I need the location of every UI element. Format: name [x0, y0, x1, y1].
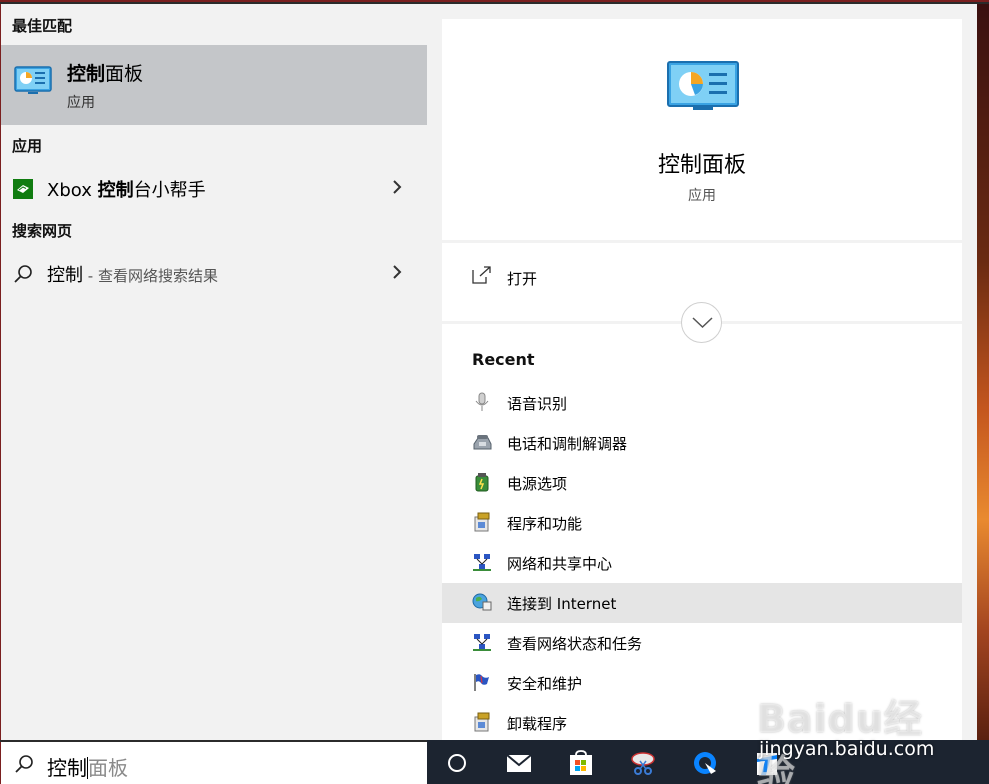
- xbox-console-icon: [13, 179, 33, 199]
- recent-item-label: 电话和调制解调器: [507, 435, 628, 453]
- desktop-background: [977, 4, 989, 740]
- chevron-down-icon: [692, 317, 713, 329]
- recent-item-label: 安全和维护: [507, 675, 583, 693]
- recent-item-label: 电源选项: [507, 475, 568, 493]
- power-options-icon: [475, 473, 489, 492]
- control-panel-icon: [14, 66, 52, 94]
- internet-globe-icon: [472, 593, 492, 611]
- taskbar: [427, 740, 989, 784]
- web-search-heading: 搜索网页: [12, 222, 73, 240]
- web-search-label: 控制 - 查看网络搜索结果: [47, 265, 218, 286]
- recent-item-speech[interactable]: 语音识别: [442, 383, 962, 423]
- search-input[interactable]: 控制面板: [47, 752, 128, 781]
- best-match-heading: 最佳匹配: [12, 17, 73, 35]
- app-result-label: Xbox 控制台小帮手: [47, 180, 206, 201]
- search-icon: [15, 755, 33, 773]
- recent-item-label: 网络和共享中心: [507, 555, 613, 573]
- recent-item-label: 查看网络状态和任务: [507, 635, 643, 653]
- detail-type: 应用: [688, 188, 716, 204]
- best-match-name: 控制面板: [67, 63, 144, 85]
- recent-item-label: 连接到 Internet: [507, 595, 617, 613]
- chevron-right-icon[interactable]: [390, 178, 404, 196]
- recent-item-security[interactable]: 安全和维护: [442, 663, 962, 703]
- recent-item-label: 程序和功能: [507, 515, 583, 533]
- recent-item-network-center[interactable]: 网络和共享中心: [442, 543, 962, 583]
- recent-item-programs[interactable]: 程序和功能: [442, 503, 962, 543]
- mail-icon[interactable]: [505, 749, 533, 777]
- apps-heading: 应用: [12, 137, 43, 155]
- recent-item-label: 语音识别: [507, 395, 568, 413]
- task-view-icon[interactable]: [443, 749, 471, 777]
- open-label: 打开: [507, 270, 538, 288]
- recent-item-label: 卸载程序: [507, 715, 568, 733]
- control-panel-icon: [667, 61, 739, 110]
- browser-icon[interactable]: [691, 749, 719, 777]
- telephone-icon: [473, 435, 492, 450]
- web-search-result[interactable]: 控制 - 查看网络搜索结果: [1, 254, 428, 292]
- search-box[interactable]: 控制面板: [0, 742, 427, 784]
- best-match-type: 应用: [67, 95, 95, 111]
- security-flag-icon: [474, 674, 489, 691]
- recent-item-connect-internet[interactable]: 连接到 Internet: [442, 583, 962, 623]
- chevron-right-icon[interactable]: [390, 263, 404, 281]
- recent-item-uninstall[interactable]: 卸载程序: [442, 703, 962, 743]
- programs-icon: [474, 512, 490, 532]
- open-external-icon: [472, 266, 491, 284]
- network-icon: [473, 554, 491, 571]
- app-result-xbox[interactable]: Xbox 控制台小帮手: [1, 169, 428, 207]
- detail-title: 控制面板: [657, 153, 746, 178]
- store-icon[interactable]: [567, 749, 595, 777]
- recent-heading: Recent: [472, 350, 535, 369]
- network-icon: [473, 634, 491, 651]
- microphone-icon: [475, 392, 489, 411]
- expand-button[interactable]: [681, 302, 722, 343]
- search-window: 最佳匹配 控制面板 应用 应用 Xbox 控制台小帮手 搜索网页 控制 - 查看…: [0, 0, 989, 784]
- detail-header-card: 控制面板 应用: [442, 19, 962, 240]
- programs-icon: [474, 712, 490, 732]
- search-autocomplete: 面板: [88, 756, 128, 780]
- snipping-tool-icon[interactable]: [629, 749, 657, 777]
- recent-item-network-status[interactable]: 查看网络状态和任务: [442, 623, 962, 663]
- search-icon: [14, 265, 32, 283]
- pinned-app-icon[interactable]: [753, 749, 781, 777]
- best-match-item[interactable]: 控制面板 应用: [1, 45, 428, 125]
- results-panel: 最佳匹配 控制面板 应用 应用 Xbox 控制台小帮手 搜索网页 控制 - 查看…: [0, 4, 428, 740]
- recent-card: Recent 语音识别 电话和调制解调器 电源选项 程序和功能 网络和共享中心 …: [442, 324, 962, 740]
- recent-item-phone-modem[interactable]: 电话和调制解调器: [442, 423, 962, 463]
- recent-item-power[interactable]: 电源选项: [442, 463, 962, 503]
